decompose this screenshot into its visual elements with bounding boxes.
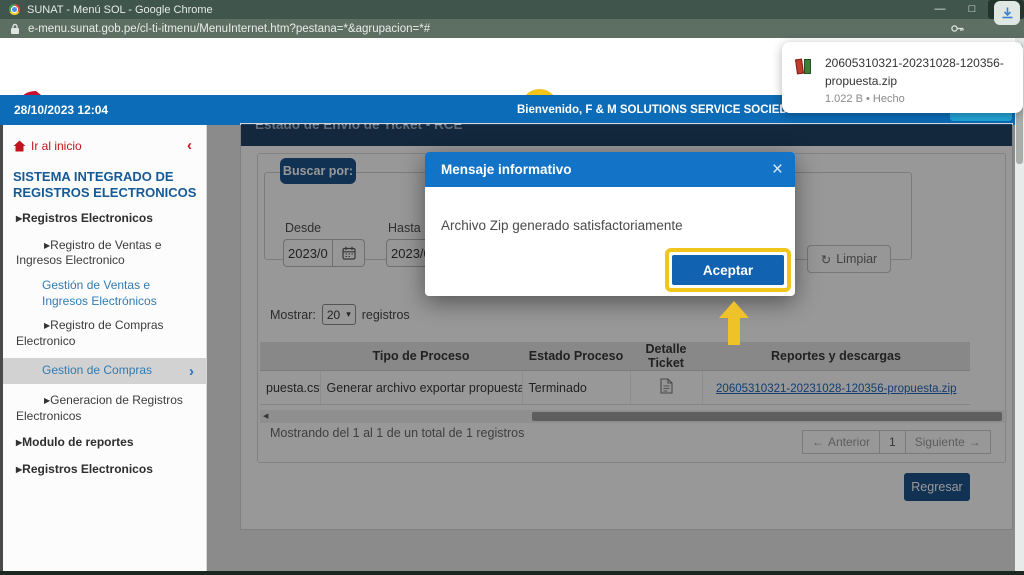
triangle-icon: ▶: [30, 396, 50, 406]
annotation-arrow-icon: [719, 301, 749, 318]
download-filename: 20605310321-20231028-120356- propuesta.z…: [825, 56, 1004, 88]
triangle-icon: ▶: [30, 241, 50, 251]
sidebar-item-registro-de-ventas-e-ingresos-electronico[interactable]: ▶ Registro de Ventas e Ingresos Electron…: [3, 238, 206, 269]
modal-header: Mensaje informativo ×: [425, 152, 795, 187]
modal-message: Archivo Zip generado satisfactoriamente: [441, 218, 683, 233]
sidebar: Ir al inicio ‹ SISTEMA INTEGRADO DE REGI…: [0, 125, 207, 571]
lock-icon[interactable]: [10, 23, 20, 35]
browser-window: SUNAT - Menú SOL - Google Chrome — □ × e…: [0, 0, 1024, 575]
sidebar-item-label: Registros Electronicos: [22, 462, 153, 476]
download-item[interactable]: 20605310321-20231028-120356- propuesta.z…: [796, 54, 1004, 105]
sidebar-item-label: Registros Electronicos: [22, 211, 153, 225]
window-bottom-edge: [0, 571, 1024, 575]
sidebar-home-link[interactable]: Ir al inicio ‹: [13, 139, 194, 153]
key-icon[interactable]: [950, 22, 964, 35]
triangle-icon: ▶: [30, 321, 50, 331]
download-icon: [1000, 6, 1015, 21]
datetime-text: 28/10/2023 12:04: [14, 95, 108, 125]
sidebar-item-registro-de-compras-electronico[interactable]: ▶ Registro de Compras Electronico: [3, 318, 206, 349]
annotation-arrow-stem: [728, 318, 740, 345]
chevron-right-icon: ›: [189, 364, 206, 379]
sidebar-item-label: Gestion de Compras: [42, 363, 189, 379]
sidebar-item-gestion-de-compras[interactable]: Gestion de Compras›: [3, 358, 206, 384]
zip-file-icon: [796, 58, 813, 75]
sidebar-item-gesti-n-de-ventas-e-ingresos-electr-nicos[interactable]: Gestión de Ventas e Ingresos Electrónico…: [3, 278, 206, 309]
window-title: SUNAT - Menú SOL - Google Chrome: [27, 4, 213, 16]
info-modal: Mensaje informativo × Archivo Zip genera…: [425, 152, 795, 296]
download-status: 1.022 B • Hecho: [825, 93, 1004, 105]
sidebar-menu: ▶ Registros Electronicos ▶ Registro de Ve…: [3, 211, 206, 477]
collapse-sidebar-icon[interactable]: ‹: [187, 137, 192, 154]
maximize-button[interactable]: □: [956, 0, 988, 19]
modal-close-icon[interactable]: ×: [772, 160, 783, 179]
address-bar[interactable]: e-menu.sunat.gob.pe/cl-ti-itmenu/MenuInt…: [0, 19, 1024, 38]
download-toolbar-button[interactable]: [994, 1, 1020, 25]
modal-title: Mensaje informativo: [441, 162, 772, 177]
download-popup: 20605310321-20231028-120356- propuesta.z…: [782, 42, 1023, 113]
window-titlebar: SUNAT - Menú SOL - Google Chrome — □ ×: [0, 0, 1024, 19]
home-icon: [13, 140, 26, 152]
sidebar-system-title: SISTEMA INTEGRADO DE REGISTROS ELECTRONI…: [13, 169, 198, 200]
home-label: Ir al inicio: [31, 139, 82, 153]
triangle-icon: ▶: [16, 438, 22, 448]
chrome-icon: [9, 4, 20, 15]
annotation-highlight-ring: Aceptar: [665, 248, 791, 292]
sidebar-item-label: Gestión de Ventas e Ingresos Electrónico…: [42, 278, 157, 308]
triangle-icon: ▶: [16, 465, 22, 475]
minimize-button[interactable]: —: [924, 0, 956, 19]
sidebar-item-label: Modulo de reportes: [22, 435, 133, 449]
sidebar-item-registros-electronicos[interactable]: ▶ Registros Electronicos: [3, 211, 206, 227]
sidebar-item-modulo-de-reportes[interactable]: ▶ Modulo de reportes: [3, 435, 206, 451]
vertical-scrollbar[interactable]: [1015, 38, 1024, 571]
sidebar-item-generacion-de-registros-electronicos[interactable]: ▶ Generacion de Registros Electronicos: [3, 393, 206, 424]
url-text[interactable]: e-menu.sunat.gob.pe/cl-ti-itmenu/MenuInt…: [28, 23, 430, 35]
sidebar-item-registros-electronicos[interactable]: ▶ Registros Electronicos: [3, 462, 206, 478]
aceptar-button[interactable]: Aceptar: [672, 255, 784, 285]
triangle-icon: ▶: [16, 214, 22, 224]
